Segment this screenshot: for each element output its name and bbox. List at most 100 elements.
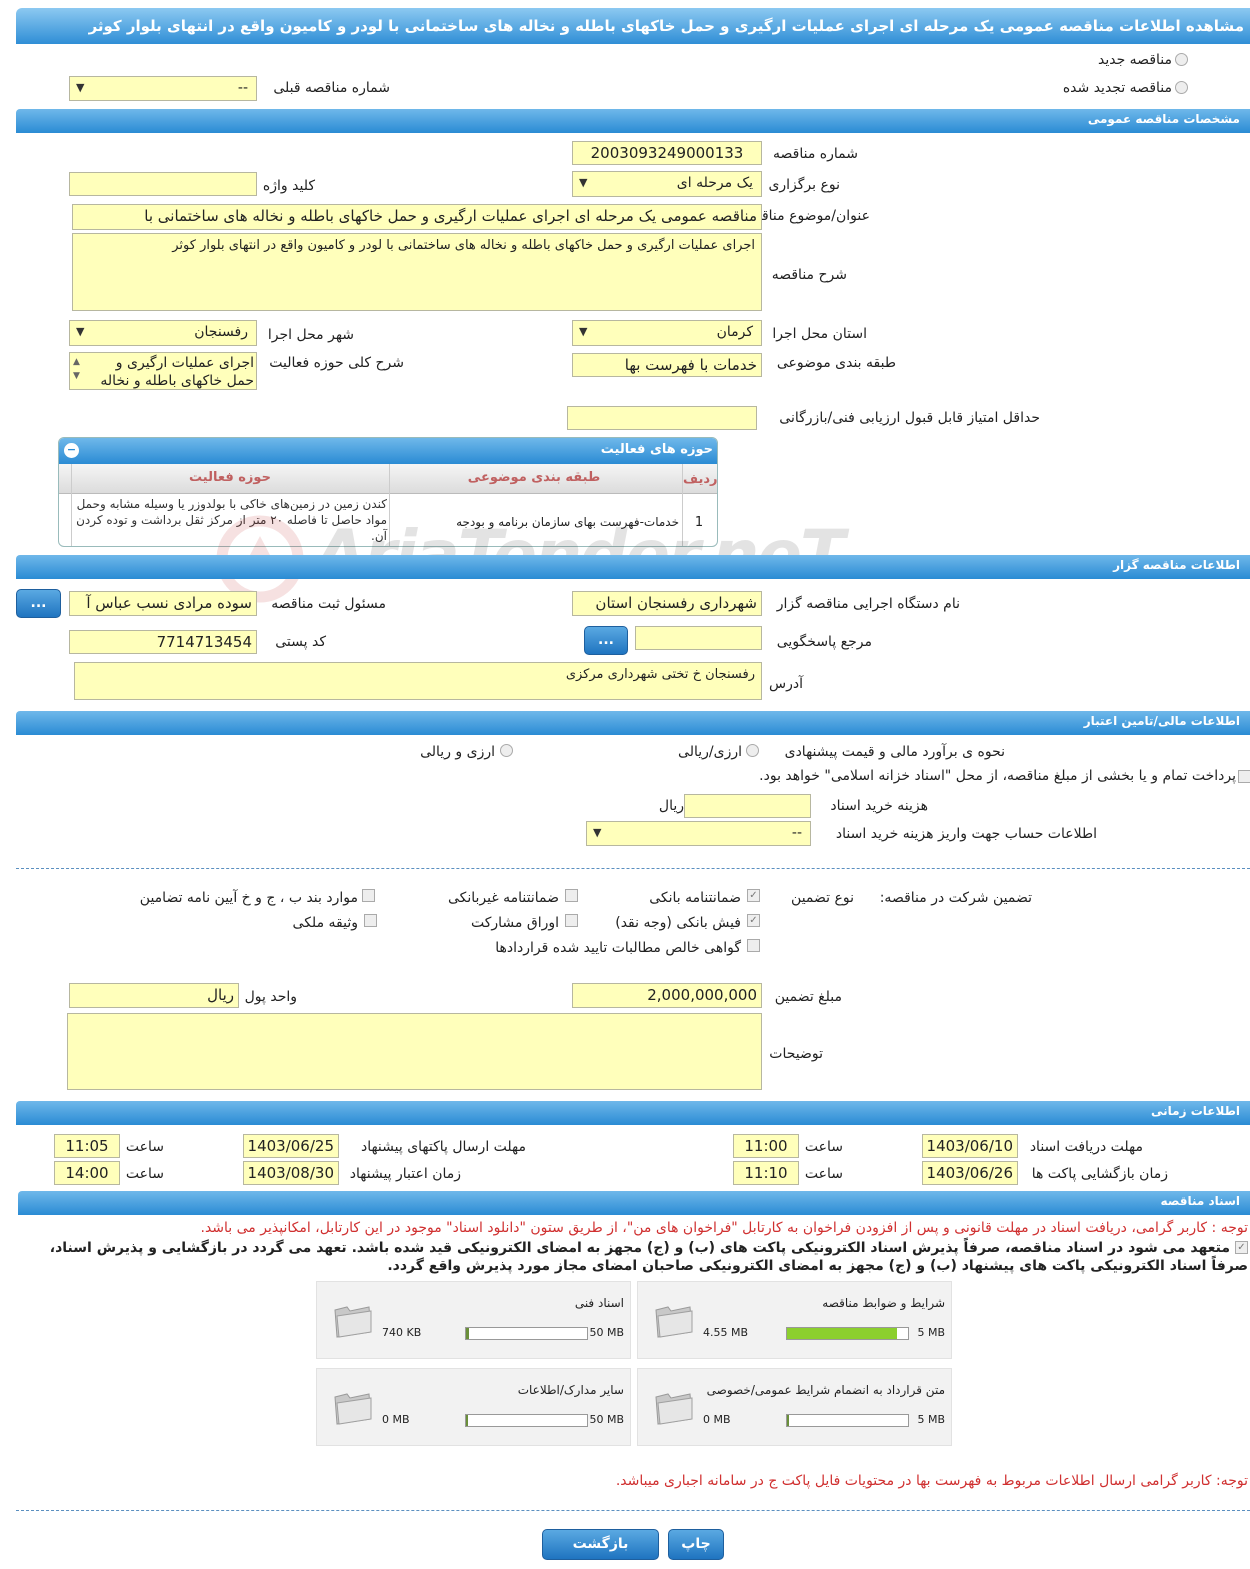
activity-grid-header: حوزه های فعالیت − [59,438,717,464]
province-select[interactable]: کرمان ▼ [572,320,762,346]
col-header-scope: حوزه فعالیت [189,470,271,485]
subject-field[interactable]: مناقصه عمومی یک مرحله ای اجرای عملیات ار… [72,204,762,230]
property-guarantee-checkbox[interactable] [364,914,377,927]
description-label: شرح مناقصه [771,267,847,283]
scroll-arrows-icon[interactable]: ▲ ▼ [73,355,80,383]
tender-number-label: شماره مناقصه [773,146,858,162]
receive-time-field[interactable]: 11:00 [733,1134,799,1158]
scope-listbox[interactable]: اجرای عملیات ارگیری و حمل خاکهای باطله و… [69,352,257,390]
collapse-icon[interactable]: − [64,443,79,458]
responsible-label: مسئول ثبت مناقصه [271,596,386,612]
chevron-down-icon: ▼ [593,826,602,839]
row-index: 1 [694,515,704,530]
new-tender-radio[interactable] [1175,53,1188,66]
account-select[interactable]: -- ▼ [586,821,811,846]
section-organizer: اطلاعات مناقصه گزار [16,555,1250,579]
receive-deadline-label: مهلت دریافت اسناد [1029,1139,1143,1155]
activity-grid-title: حوزه های فعالیت [600,442,713,457]
folder-icon [655,1393,693,1425]
file-contract[interactable]: متن قرارداد به انضمام شرایط عمومی/خصوصی … [637,1368,952,1446]
commitment-line2: صرفاً اسناد الکترونیکی پاکت های پیشنهاد … [387,1258,1248,1274]
validity-date-field[interactable]: 1403/08/30 [243,1161,339,1185]
bonds-guarantee-label: اوراق مشارکت [470,915,559,931]
keyword-field[interactable] [69,172,257,196]
opening-time-field[interactable]: 11:10 [733,1161,799,1185]
currency-field[interactable]: ریال [69,983,239,1008]
guarantee-amount-label: مبلغ تضمین [774,989,842,1005]
page-title: مشاهده اطلاعات مناقصه عمومی یک مرحله ای … [16,8,1250,44]
category-field[interactable]: خدمات با فهرست بها [572,353,762,377]
validity-time-field[interactable]: 14:00 [54,1161,120,1185]
min-score-field[interactable] [567,406,757,430]
receive-date-field[interactable]: 1403/06/10 [922,1134,1018,1158]
send-date-field[interactable]: 1403/06/25 [243,1134,339,1158]
claims-guarantee-label: گواهی خالص مطالبات تایید شده قراردادها [495,940,741,956]
opening-label: زمان بازگشایی پاکت ها [1031,1166,1168,1182]
renewed-tender-label: مناقصه تجدید شده [1062,80,1172,96]
rules-guarantee-checkbox[interactable] [362,889,375,902]
category-label: طبقه بندی موضوعی [776,355,896,371]
claims-guarantee-checkbox[interactable] [747,939,760,952]
estimate-method-label: نحوه ی برآورد مالی و قیمت پیشنهادی [784,744,1005,760]
province-label: استان محل اجرا [772,326,867,342]
address-field[interactable]: رفسنجان خ تختی شهرداری مرکزی [74,662,762,700]
estimate-fx-radio[interactable] [500,744,513,757]
treasury-checkbox[interactable] [1238,770,1250,783]
cash-guarantee-checkbox[interactable]: ✓ [747,914,760,927]
file-terms-progress [786,1327,909,1340]
activity-grid: حوزه های فعالیت − ردیف طبقه بندی موضوعی … [58,437,718,547]
chevron-down-icon: ▼ [579,325,588,338]
print-button[interactable]: چاپ [668,1529,724,1560]
estimate-fx-label: ارزی و ریالی [420,744,495,760]
file-contract-progress [786,1414,909,1427]
notes-field[interactable] [67,1013,762,1090]
tender-number-field[interactable]: 2003093249000133 [572,141,762,165]
city-select[interactable]: رفسنجان ▼ [69,320,257,346]
scope-label: شرح کلی حوزه فعالیت [269,355,404,371]
folder-icon [655,1306,693,1338]
responsible-field[interactable]: سوده مرادی نسب عباس آ [69,591,257,616]
estimate-rial-radio[interactable] [746,744,759,757]
send-deadline-label: مهلت ارسال پاکتهای پیشنهاد [360,1139,526,1155]
nonbank-guarantee-checkbox[interactable] [565,889,578,902]
bank-guarantee-checkbox[interactable]: ✓ [747,889,760,902]
responsible-lookup-button[interactable]: ... [16,589,61,618]
send-time-field[interactable]: 11:05 [54,1134,120,1158]
section-docs: اسناد مناقصه [18,1191,1250,1215]
bonds-guarantee-checkbox[interactable] [565,914,578,927]
prev-number-select[interactable]: -- ▼ [69,76,257,101]
tender-type-label: نوع برگزاری [768,177,840,193]
back-button[interactable]: بازگشت [542,1529,659,1560]
file-other-progress [465,1414,588,1427]
price-list-note: توجه: کاربر گرامی ارسال اطلاعات مربوط به… [615,1473,1248,1489]
row-scope: کندن زمین در زمین‌های خاکی با بولدوزر یا… [76,497,387,543]
opening-time-label: ساعت [804,1166,843,1182]
reference-lookup-button[interactable]: ... [584,626,628,655]
file-other[interactable]: سایر مدارک/اطلاعات 0 MB 50 MB [316,1368,631,1446]
description-field[interactable]: اجرای عملیات ارگیری و حمل خاکهای باطله و… [72,233,762,311]
chevron-down-icon: ▼ [579,176,588,189]
file-technical[interactable]: اسناد فنی 740 KB 50 MB [316,1281,631,1359]
chevron-down-icon: ▼ [76,325,85,338]
rules-guarantee-label: موارد بند ب ، ج و خ آیین نامه تضامین [139,890,358,906]
nonbank-guarantee-label: ضمانتنامه غیربانکی [447,890,559,906]
treasury-text: پرداخت تمام و یا بخشی از مبلغ مناقصه، از… [759,768,1236,784]
guarantee-label: تضمین شرکت در مناقصه: [879,890,1032,906]
postal-code-field[interactable]: 7714713454 [69,630,257,654]
min-score-label: حداقل امتیاز قابل قبول ارزیابی فنی/بازرگ… [779,410,1040,426]
organization-field[interactable]: شهرداری رفسنجان استان [572,591,762,616]
guarantee-amount-field[interactable]: 2,000,000,000 [572,983,762,1008]
receive-time-label: ساعت [804,1139,843,1155]
opening-date-field[interactable]: 1403/06/26 [922,1161,1018,1185]
reference-field[interactable] [635,626,762,650]
commitment-checkbox[interactable]: ✓ [1235,1241,1248,1254]
section-timing: اطلاعات زمانی [16,1101,1250,1125]
currency-label: واحد پول [244,989,297,1005]
doc-cost-label: هزینه خرید اسناد [830,798,928,814]
file-terms[interactable]: شرایط و ضوابط مناقصه 4.55 MB 5 MB [637,1281,952,1359]
doc-cost-field[interactable] [684,794,811,818]
property-guarantee-label: وثیقه ملکی [292,915,358,931]
tender-type-select[interactable]: یک مرحله ای ▼ [572,171,762,197]
col-header-category: طبقه بندی موضوعی [467,470,601,485]
renewed-tender-radio[interactable] [1175,81,1188,94]
